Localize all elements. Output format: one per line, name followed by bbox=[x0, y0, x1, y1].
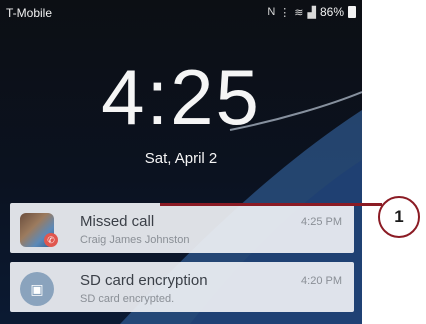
callout-marker: 1 bbox=[378, 196, 420, 238]
missed-call-icon: ✆ bbox=[44, 233, 58, 247]
signal-icon: ▟ bbox=[307, 6, 316, 19]
date: Sat, April 2 bbox=[144, 150, 218, 167]
status-bar: T-Mobile N ⋮ ≋ ▟ 86% bbox=[0, 0, 362, 26]
notification-subtitle: SD card encrypted. bbox=[80, 293, 175, 305]
notification-title: SD card encryption bbox=[80, 272, 208, 289]
clock: 4:25 bbox=[101, 53, 261, 141]
battery-icon bbox=[348, 6, 356, 18]
vibrate-icon: ⋮ bbox=[279, 6, 291, 19]
callout-line bbox=[160, 203, 382, 206]
notification-missed-call[interactable]: ✆ Missed call Craig James Johnston 4:25 … bbox=[10, 203, 354, 253]
notification-subtitle: Craig James Johnston bbox=[80, 234, 190, 246]
lockscreen: T-Mobile N ⋮ ≋ ▟ 86% 4:25 Sat, April 2 ✆… bbox=[0, 0, 362, 324]
notification-time: 4:25 PM bbox=[301, 216, 342, 228]
notification-sd-encryption[interactable]: ▣ SD card encryption SD card encrypted. … bbox=[10, 262, 354, 312]
status-icons: N ⋮ ≋ ▟ 86% bbox=[267, 5, 356, 19]
carrier-label: T-Mobile bbox=[6, 6, 53, 20]
battery-percent: 86% bbox=[319, 5, 344, 19]
sd-lock-icon: ▣ bbox=[20, 272, 54, 306]
notification-title: Missed call bbox=[80, 213, 155, 230]
notification-time: 4:20 PM bbox=[301, 275, 342, 287]
nfc-icon: N bbox=[267, 6, 276, 18]
wifi-icon: ≋ bbox=[294, 6, 304, 19]
